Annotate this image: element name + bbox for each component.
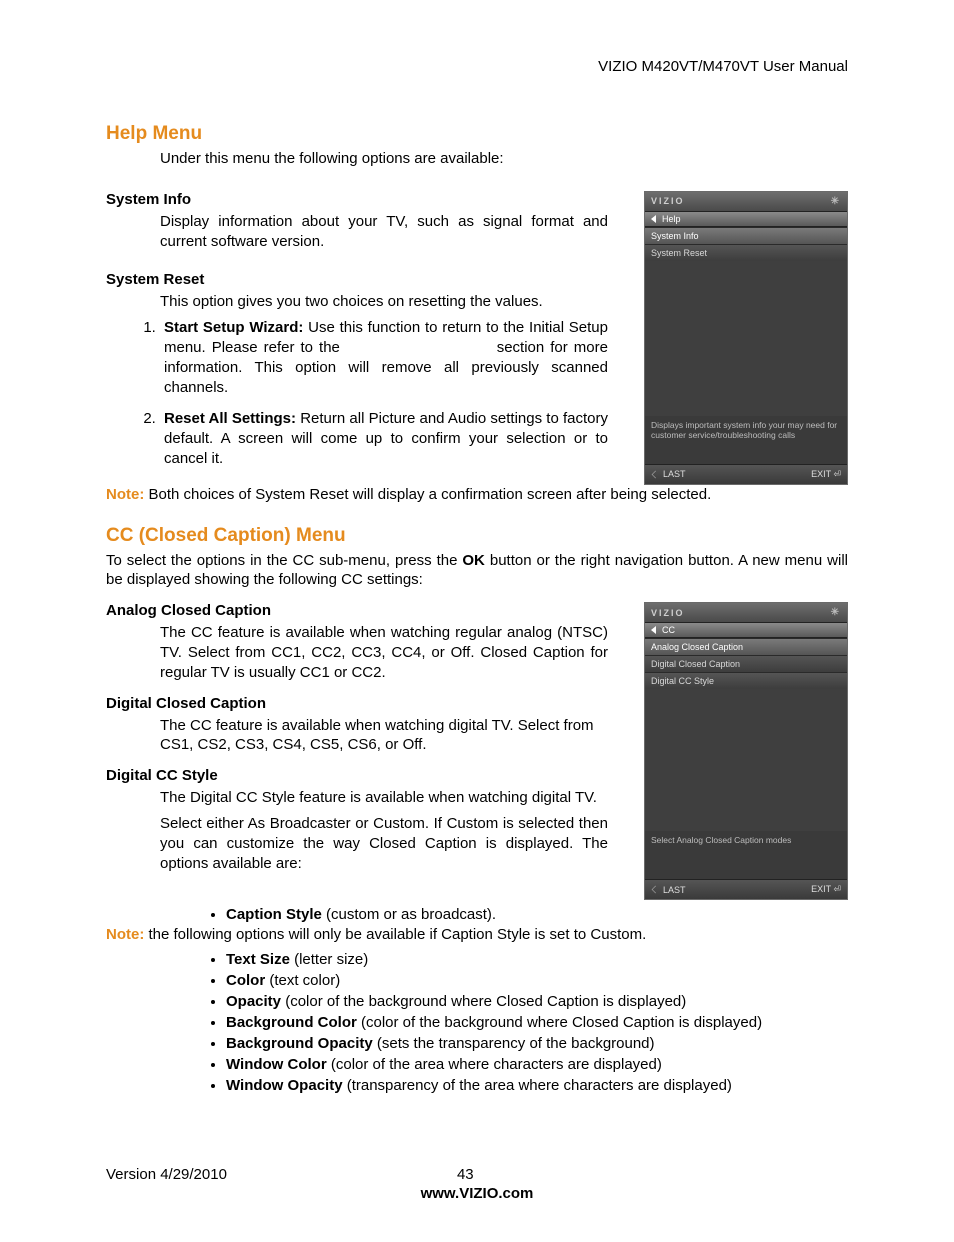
list-item: Background Opacity (sets the transparenc…	[226, 1033, 848, 1054]
version-text: Version 4/29/2010	[106, 1166, 227, 1183]
system-reset-text: This option gives you two choices on res…	[160, 292, 608, 312]
osd-item-analog-cc: Analog Closed Caption	[645, 638, 847, 655]
osd-help-screenshot: VIZIO✳ Help System Info System Reset Dis…	[644, 191, 848, 485]
osd-cc-screenshot: VIZIO✳ CC Analog Closed Caption Digital …	[644, 602, 848, 900]
help-intro: Under this menu the following options ar…	[160, 149, 848, 169]
system-info-text: Display information about your TV, such …	[160, 212, 608, 252]
help-menu-heading: Help Menu	[106, 123, 848, 145]
cc-intro: To select the options in the CC sub-menu…	[106, 551, 848, 591]
list-item: Window Opacity (transparency of the area…	[226, 1075, 848, 1096]
osd-description: Displays important system info your may …	[645, 416, 847, 464]
osd-exit-button: EXIT ⏎	[811, 469, 841, 480]
osd-exit-button: EXIT ⏎	[811, 884, 841, 895]
cc-style-bullets: Caption Style (custom or as broadcast).	[226, 904, 848, 925]
osd-description: Select Analog Closed Caption modes	[645, 831, 847, 879]
osd-last-button: LAST	[651, 884, 686, 895]
list-item: Window Color (color of the area where ch…	[226, 1054, 848, 1075]
osd-item-system-info: System Info	[645, 227, 847, 244]
osd-brand: VIZIO✳	[645, 603, 847, 622]
list-item: Reset All Settings: Return all Picture a…	[160, 409, 608, 468]
help-note: Note: Both choices of System Reset will …	[106, 485, 848, 505]
manual-page: VIZIO M420VT/M470VT User Manual Help Men…	[0, 0, 954, 1242]
osd-tab-cc: CC	[645, 622, 847, 638]
digital-cc-style-line1: The Digital CC Style feature is availabl…	[160, 788, 608, 808]
gear-icon: ✳	[831, 607, 841, 618]
left-arrow-icon	[651, 215, 656, 223]
osd-tab-help: Help	[645, 211, 847, 227]
cc-style-note: Note: the following options will only be…	[106, 925, 848, 945]
digital-cc-label: Digital Closed Caption	[106, 695, 608, 712]
list-item: Text Size (letter size)	[226, 949, 848, 970]
analog-cc-label: Analog Closed Caption	[106, 602, 608, 619]
page-header: VIZIO M420VT/M470VT User Manual	[106, 58, 848, 75]
list-item: Color (text color)	[226, 970, 848, 991]
page-number: 43	[457, 1166, 474, 1183]
system-reset-label: System Reset	[106, 271, 608, 288]
cc-menu-heading: CC (Closed Caption) Menu	[106, 525, 848, 547]
digital-cc-style-line2: Select either As Broadcaster or Custom. …	[160, 814, 608, 873]
list-item: Background Color (color of the backgroun…	[226, 1012, 848, 1033]
digital-cc-style-label: Digital CC Style	[106, 767, 608, 784]
page-footer: Version 4/29/2010 43 www.VIZIO.com	[106, 1166, 848, 1202]
left-arrow-icon	[651, 626, 656, 634]
system-reset-list: Start Setup Wizard: Use this function to…	[106, 318, 608, 469]
system-info-label: System Info	[106, 191, 608, 208]
list-item: Caption Style (custom or as broadcast).	[226, 904, 848, 925]
osd-last-button: LAST	[651, 469, 686, 480]
osd-item-system-reset: System Reset	[645, 244, 847, 261]
osd-item-digital-cc-style: Digital CC Style	[645, 672, 847, 689]
osd-item-digital-cc: Digital Closed Caption	[645, 655, 847, 672]
list-item: Opacity (color of the background where C…	[226, 991, 848, 1012]
digital-cc-text: The CC feature is available when watchin…	[160, 716, 608, 756]
gear-icon: ✳	[831, 196, 841, 207]
list-item: Start Setup Wizard: Use this function to…	[160, 318, 608, 397]
analog-cc-text: The CC feature is available when watchin…	[160, 623, 608, 682]
osd-brand: VIZIO✳	[645, 192, 847, 211]
footer-site: www.VIZIO.com	[106, 1185, 848, 1202]
cc-style-bullets-custom: Text Size (letter size) Color (text colo…	[226, 949, 848, 1096]
